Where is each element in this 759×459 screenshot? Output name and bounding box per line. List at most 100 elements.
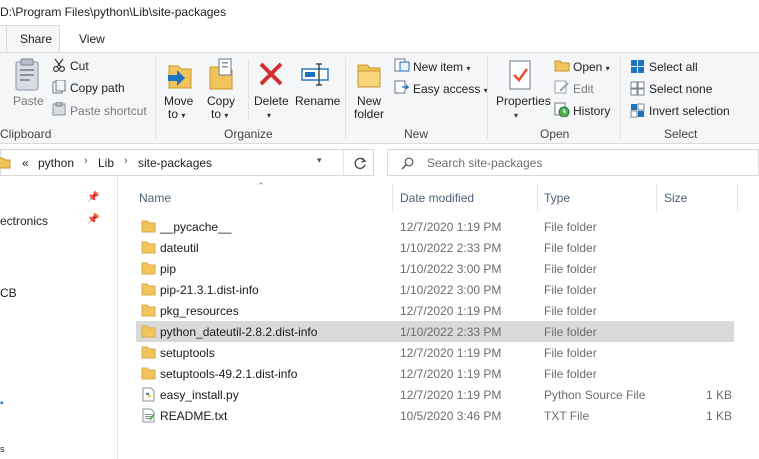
rename-icon[interactable] [300, 61, 330, 87]
nav-item-partial[interactable]: s [0, 444, 5, 454]
copy-to-button-line2[interactable]: to ▾ [211, 107, 228, 121]
breadcrumb-site-packages[interactable]: site-packages [138, 156, 212, 170]
select-all-button[interactable]: Select all [649, 60, 698, 74]
properties-dropdown[interactable]: ▾ [514, 107, 518, 121]
sort-ascending-icon: ⌃ [257, 181, 265, 191]
file-date: 1/10/2022 2:33 PM [400, 241, 502, 255]
table-row[interactable]: README.txt 10/5/2020 3:46 PM TXT File 1 … [136, 405, 734, 426]
column-type[interactable]: Type [544, 191, 570, 205]
table-row[interactable]: pip-21.3.1.dist-info 1/10/2022 3:00 PM F… [136, 279, 734, 300]
copy-path-button[interactable]: Copy path [70, 81, 125, 95]
refresh-button[interactable] [343, 149, 374, 176]
cut-button[interactable]: Cut [70, 59, 89, 73]
file-name: setuptools-49.2.1.dist-info [160, 367, 298, 381]
breadcrumb-lib[interactable]: Lib [98, 156, 114, 170]
ribbon-separator [487, 57, 488, 139]
table-row[interactable]: dateutil 1/10/2022 2:33 PM File folder [136, 237, 734, 258]
paste-shortcut-icon [52, 102, 66, 116]
delete-button[interactable]: Delete [254, 94, 289, 108]
table-row[interactable]: pip 1/10/2022 3:00 PM File folder [136, 258, 734, 279]
tab-view[interactable]: View [79, 32, 105, 46]
address-dropdown-icon[interactable]: ▾ [317, 155, 322, 166]
properties-icon[interactable] [507, 59, 533, 91]
column-divider[interactable] [392, 184, 393, 211]
new-folder-button[interactable]: New [357, 94, 381, 108]
table-row[interactable]: setuptools 12/7/2020 1:19 PM File folder [136, 342, 734, 363]
file-date: 12/7/2020 1:19 PM [400, 367, 502, 381]
column-divider[interactable] [656, 184, 657, 211]
column-name[interactable]: Name [139, 191, 171, 205]
paste-icon[interactable] [14, 58, 40, 92]
select-none-button[interactable]: Select none [649, 82, 712, 96]
rename-button[interactable]: Rename [295, 94, 340, 108]
history-button[interactable]: History [573, 104, 610, 118]
delete-icon[interactable] [258, 61, 284, 87]
select-group-label: Select [664, 127, 698, 141]
file-type: File folder [544, 346, 597, 360]
paste-button[interactable]: Paste [13, 94, 44, 108]
table-row[interactable]: setuptools-49.2.1.dist-info 12/7/2020 1:… [136, 363, 734, 384]
open-button[interactable]: Open ▾ [573, 60, 610, 74]
table-row[interactable]: __pycache__ 12/7/2020 1:19 PM File folde… [136, 216, 734, 237]
paste-shortcut-button[interactable]: Paste shortcut [70, 104, 147, 118]
open-group-label: Open [540, 127, 570, 141]
search-box[interactable]: Search site-packages [387, 149, 759, 176]
new-item-button[interactable]: New item ▾ [413, 60, 470, 74]
file-date: 12/7/2020 1:19 PM [400, 388, 502, 402]
copy-to-button[interactable]: Copy [207, 94, 235, 108]
column-date-modified[interactable]: Date modified [400, 191, 474, 205]
table-row-selected[interactable]: python_dateutil-2.8.2.dist-info 1/10/202… [136, 321, 734, 342]
search-input[interactable]: Search site-packages [427, 156, 542, 170]
file-date: 1/10/2022 3:00 PM [400, 283, 502, 297]
refresh-icon [354, 157, 367, 170]
easy-access-icon [394, 80, 410, 94]
clipboard-group-label: Clipboard [0, 127, 52, 141]
file-type: File folder [544, 262, 597, 276]
navigation-pane: 📌 ectronics 📌 CB ▪ s [0, 176, 118, 459]
file-date: 12/7/2020 1:19 PM [400, 346, 502, 360]
scissors-icon [53, 58, 65, 72]
file-name: pip-21.3.1.dist-info [160, 283, 259, 297]
pin-icon[interactable]: 📌 [87, 192, 99, 203]
copy-to-icon[interactable] [207, 58, 235, 91]
column-size[interactable]: Size [664, 191, 687, 205]
breadcrumb-chevron-icon[interactable]: › [124, 155, 128, 167]
easy-access-button[interactable]: Easy access ▾ [413, 82, 488, 96]
breadcrumb-chevron-icon[interactable]: › [84, 155, 88, 167]
folder-icon [141, 325, 156, 338]
move-to-button-line2[interactable]: to ▾ [168, 107, 185, 121]
column-header: ⌃ Name Date modified Type Size [130, 181, 759, 211]
ribbon-separator [620, 57, 621, 139]
new-folder-button-line2[interactable]: folder [354, 107, 384, 121]
folder-icon [141, 346, 156, 359]
edit-icon [554, 80, 569, 94]
pin-icon[interactable]: 📌 [87, 214, 99, 225]
tab-share[interactable]: Share [20, 32, 52, 46]
folder-icon [141, 283, 156, 296]
file-name: python_dateutil-2.8.2.dist-info [160, 325, 318, 339]
properties-button[interactable]: Properties [496, 94, 551, 108]
new-folder-icon[interactable] [356, 61, 382, 89]
select-none-icon [630, 81, 645, 96]
table-row[interactable]: pkg_resources 12/7/2020 1:19 PM File fol… [136, 300, 734, 321]
file-type: File folder [544, 220, 597, 234]
address-bar[interactable]: « python › Lib › site-packages ▾ [0, 149, 374, 176]
nav-item-network-icon[interactable]: ▪ [0, 398, 4, 409]
edit-button[interactable]: Edit [573, 82, 594, 96]
nav-item-electronics[interactable]: ectronics [0, 214, 48, 228]
column-divider[interactable] [737, 184, 738, 211]
invert-selection-button[interactable]: Invert selection [649, 104, 730, 118]
nav-item-cb[interactable]: CB [0, 286, 17, 300]
move-to-button[interactable]: Move [164, 94, 193, 108]
invert-selection-icon [630, 103, 645, 118]
folder-icon [141, 220, 156, 233]
window-title: D:\Program Files\python\Lib\site-package… [0, 5, 227, 19]
breadcrumb-python[interactable]: python [38, 156, 74, 170]
organize-inner-separator [248, 59, 249, 121]
delete-dropdown[interactable]: ▾ [267, 107, 271, 121]
table-row[interactable]: easy_install.py 12/7/2020 1:19 PM Python… [136, 384, 734, 405]
breadcrumb-overflow[interactable]: « [22, 156, 29, 170]
move-to-icon[interactable] [166, 59, 194, 91]
file-type: File folder [544, 304, 597, 318]
column-divider[interactable] [537, 184, 538, 211]
